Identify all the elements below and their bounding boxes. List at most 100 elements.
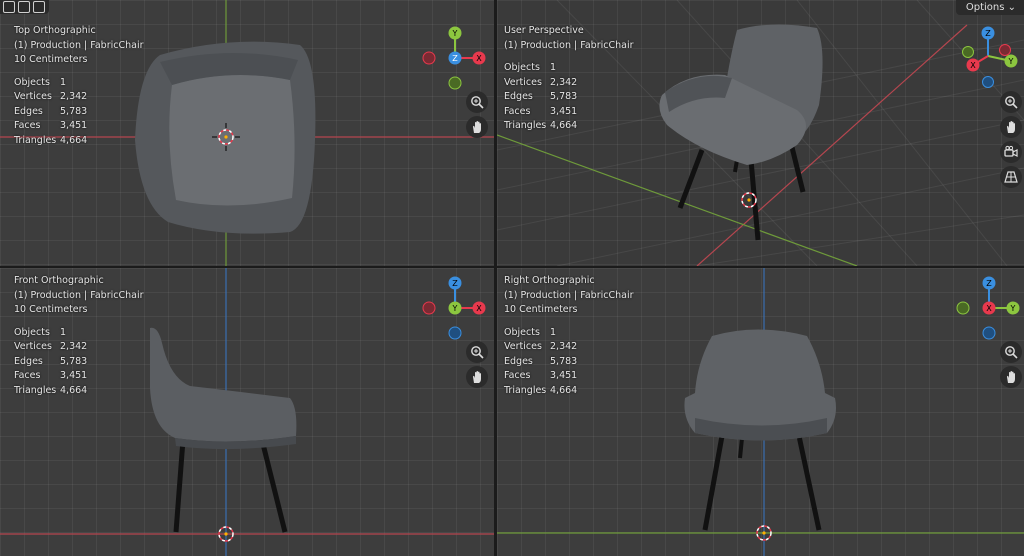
viewport-info-right: Right Orthographic (1) Production | Fabr…: [504, 274, 634, 398]
pan-button[interactable]: [1000, 366, 1022, 388]
zoom-button[interactable]: [466, 341, 488, 363]
zoom-button[interactable]: [1000, 91, 1022, 113]
view-title: Front Orthographic: [14, 275, 104, 286]
stat-value: 1: [60, 76, 67, 88]
stat-label: Faces: [14, 370, 41, 381]
stat-label: Triangles: [504, 120, 547, 131]
overlay-mode-icon[interactable]: [33, 1, 45, 13]
zoom-button[interactable]: [1000, 341, 1022, 363]
gizmo-y-label: Y: [452, 304, 458, 313]
magnifier-plus-icon: [471, 96, 484, 109]
gizmo-z-label: Z: [452, 279, 458, 288]
gizmo-x-label: X: [476, 304, 482, 313]
stat-label: Faces: [504, 370, 531, 381]
view-title: Right Orthographic: [504, 275, 595, 286]
editor-type-icon[interactable]: [3, 1, 15, 13]
stat-value: 3,451: [550, 105, 578, 117]
navigation-gizmo[interactable]: Z Y X: [955, 275, 1023, 341]
stat-value: 4,664: [550, 120, 578, 131]
chair-back-view: [684, 329, 836, 531]
stat-label: Objects: [504, 62, 540, 73]
gizmo-y-label: Y: [1008, 57, 1014, 66]
stat-value: 5,783: [550, 91, 578, 102]
scale-label: 10 Centimeters: [504, 304, 578, 315]
stat-label: Edges: [14, 355, 43, 367]
collection-label: (1) Production | FabricChair: [14, 39, 144, 51]
stat-label: Vertices: [14, 91, 52, 102]
viewport-front-orthographic[interactable]: Front Orthographic (1) Production | Fabr…: [0, 268, 494, 556]
stat-label: Vertices: [504, 76, 542, 88]
pan-button[interactable]: [466, 366, 488, 388]
stat-value: 4,664: [550, 384, 578, 396]
magnifier-plus-icon: [471, 346, 484, 359]
navigation-gizmo[interactable]: Y X Z: [420, 25, 490, 91]
view-mode-icon[interactable]: [18, 1, 30, 13]
stat-value: 5,783: [60, 105, 88, 117]
stat-value: 1: [550, 62, 557, 73]
gizmo-z-label: Z: [985, 29, 991, 38]
stat-value: 2,342: [60, 91, 88, 102]
stat-label: Objects: [14, 76, 50, 88]
stat-value: 2,342: [550, 341, 578, 352]
scale-label: 10 Centimeters: [14, 54, 88, 65]
stat-label: Edges: [504, 91, 533, 102]
chair-side-view: [150, 327, 297, 533]
scene-statistics: Objects 1 Vertices 2,342 Edges 5,783 Faces 3…: [14, 326, 144, 399]
gizmo-z-label: Z: [452, 54, 458, 63]
stat-value: 5,783: [60, 355, 88, 367]
stat-label: Edges: [504, 355, 533, 367]
pan-button[interactable]: [1000, 116, 1022, 138]
gizmo-x-label: X: [986, 304, 992, 313]
hand-icon: [1007, 121, 1015, 133]
stat-value: 2,342: [60, 341, 88, 352]
zoom-button[interactable]: [466, 91, 488, 113]
gizmo-x-label: X: [476, 54, 482, 63]
viewport-right-orthographic[interactable]: Right Orthographic (1) Production | Fabr…: [497, 268, 1024, 556]
gizmo-y-label: Y: [452, 29, 458, 38]
view-title: Top Orthographic: [14, 25, 96, 36]
stat-label: Triangles: [14, 384, 57, 396]
viewport-info-top: Top Orthographic (1) Production | Fabric…: [14, 24, 144, 148]
scene-statistics: Objects 1 Vertices 2,342 Edges 5,783 Faces 3…: [14, 76, 144, 149]
scene-statistics: Objects 1 Vertices 2,342 Edges 5,783 Faces 3…: [504, 61, 634, 134]
editor-type-selector[interactable]: [0, 0, 49, 14]
stat-label: Edges: [14, 105, 43, 117]
stat-value: 1: [60, 326, 67, 338]
stat-label: Vertices: [14, 341, 52, 352]
gizmo-y-label: Y: [1010, 304, 1016, 313]
stat-label: Faces: [504, 105, 531, 117]
viewport-info-front: Front Orthographic (1) Production | Fabr…: [14, 274, 144, 398]
stat-value: 1: [550, 326, 557, 338]
stat-label: Triangles: [14, 134, 57, 146]
collection-label: (1) Production | FabricChair: [504, 289, 634, 301]
camera-icon: [1004, 145, 1018, 157]
viewport-user-perspective[interactable]: User Perspective (1) Production | Fabric…: [497, 0, 1024, 266]
gizmo-x-label: X: [970, 61, 976, 70]
stat-value: 4,664: [60, 134, 88, 146]
stat-value: 5,783: [550, 355, 578, 367]
viewport-top-orthographic[interactable]: Top Orthographic (1) Production | Fabric…: [0, 0, 494, 266]
stat-label: Objects: [504, 326, 540, 338]
stat-value: 4,664: [60, 384, 88, 396]
stat-value: 3,451: [550, 370, 578, 381]
y-axis-line: [497, 134, 858, 266]
stat-label: Objects: [14, 326, 50, 338]
magnifier-plus-icon: [1005, 96, 1018, 109]
view-title: User Perspective: [504, 25, 584, 36]
collection-label: (1) Production | FabricChair: [504, 39, 634, 51]
viewport-info-user: User Perspective (1) Production | Fabric…: [504, 24, 634, 134]
magnifier-plus-icon: [1005, 346, 1018, 359]
camera-view-button[interactable]: [1000, 141, 1022, 163]
scale-label: 10 Centimeters: [14, 304, 88, 315]
pan-button[interactable]: [466, 116, 488, 138]
options-dropdown[interactable]: Options ⌄: [955, 0, 1024, 15]
navigation-gizmo[interactable]: Z X Y: [420, 275, 490, 341]
stat-value: 2,342: [550, 76, 578, 88]
hand-icon: [1007, 371, 1015, 383]
hand-icon: [473, 371, 481, 383]
navigation-gizmo[interactable]: Z Y X: [955, 25, 1021, 91]
scene-statistics: Objects 1 Vertices 2,342 Edges 5,783 Faces 3…: [504, 326, 634, 399]
stat-value: 3,451: [60, 120, 88, 131]
toggle-perspective-button[interactable]: [1000, 166, 1022, 188]
gizmo-z-label: Z: [986, 279, 992, 288]
